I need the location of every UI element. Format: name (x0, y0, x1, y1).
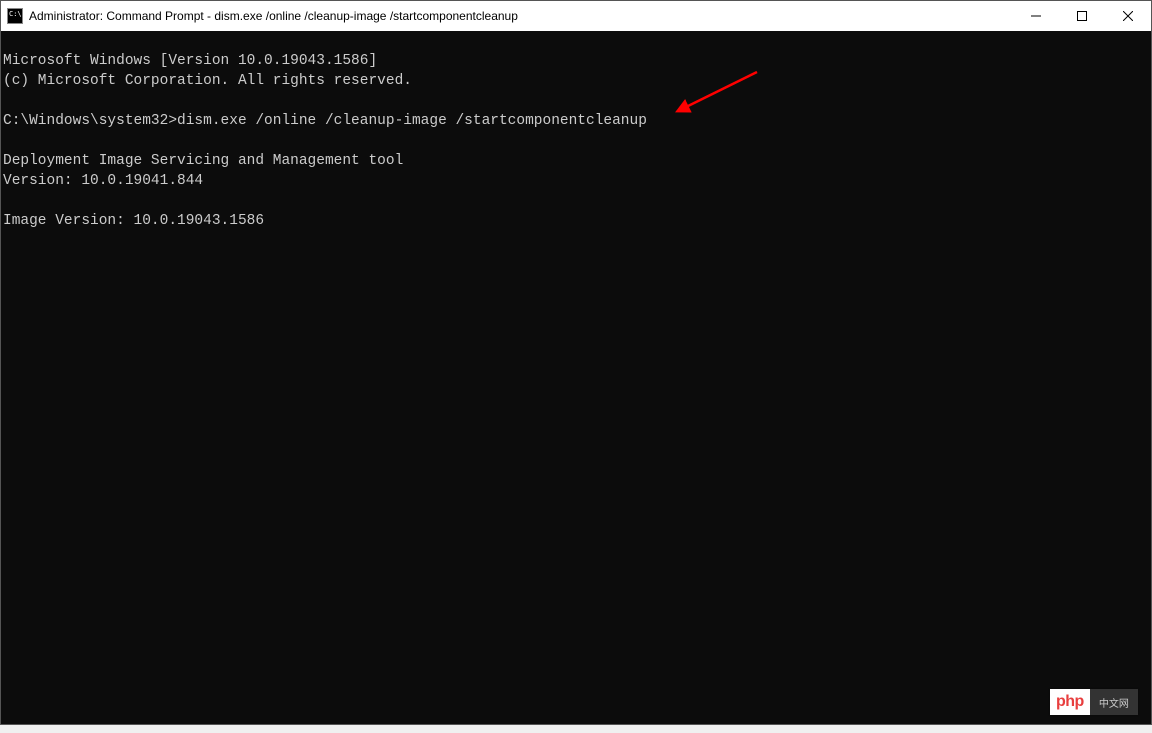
minimize-icon (1031, 11, 1041, 21)
watermark-badge: php 中文网 (1050, 689, 1138, 715)
window-controls (1013, 1, 1151, 31)
terminal-output[interactable]: Microsoft Windows [Version 10.0.19043.15… (1, 31, 1151, 724)
watermark-right: 中文网 (1090, 689, 1138, 715)
minimize-button[interactable] (1013, 1, 1059, 31)
close-button[interactable] (1105, 1, 1151, 31)
annotation-arrow-icon (669, 66, 764, 121)
maximize-button[interactable] (1059, 1, 1105, 31)
output-line: Microsoft Windows [Version 10.0.19043.15… (3, 53, 377, 69)
maximize-icon (1077, 11, 1087, 21)
output-line: (c) Microsoft Corporation. All rights re… (3, 73, 412, 89)
window-title: Administrator: Command Prompt - dism.exe… (29, 9, 1013, 23)
title-bar[interactable]: Administrator: Command Prompt - dism.exe… (1, 1, 1151, 31)
close-icon (1123, 11, 1133, 21)
cmd-icon (7, 8, 23, 24)
command-line: C:\Windows\system32>dism.exe /online /cl… (3, 113, 647, 129)
output-line: Deployment Image Servicing and Managemen… (3, 153, 403, 169)
command-prompt-window: Administrator: Command Prompt - dism.exe… (0, 0, 1152, 725)
watermark-left: php (1050, 693, 1088, 711)
output-line: Version: 10.0.19041.844 (3, 173, 203, 189)
output-line: Image Version: 10.0.19043.1586 (3, 213, 264, 229)
